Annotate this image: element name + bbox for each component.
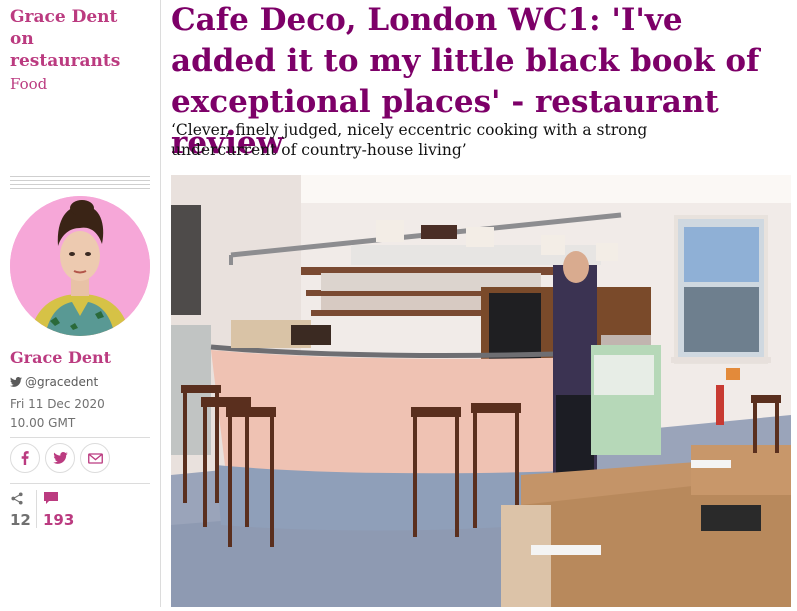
- divider: [10, 437, 150, 438]
- engagement-counts: 12 193: [10, 490, 150, 530]
- cafe-interior-photo: [171, 175, 791, 607]
- comment-count-link[interactable]: 193: [36, 490, 74, 529]
- share-email-button[interactable]: [80, 443, 110, 473]
- facebook-icon: [21, 451, 29, 465]
- avatar: [10, 196, 150, 336]
- series-title[interactable]: Grace Dent on restaurants: [10, 6, 158, 72]
- comment-count-value[interactable]: 193: [43, 511, 74, 529]
- section-link[interactable]: Food: [10, 75, 47, 93]
- share-icon: [11, 492, 23, 505]
- share-count-value: 12: [10, 511, 31, 529]
- twitter-icon: [52, 452, 68, 464]
- twitter-handle-link[interactable]: @gracedent: [10, 375, 98, 389]
- standfirst: ‘Clever, finely judged, nicely eccentric…: [171, 121, 648, 159]
- twitter-handle[interactable]: @gracedent: [25, 375, 98, 389]
- share-twitter-button[interactable]: [45, 443, 75, 473]
- share-buttons: [10, 443, 110, 473]
- byline-author[interactable]: Grace Dent: [10, 348, 111, 367]
- publish-date: Fri 11 Dec 2020 10.00 GMT: [10, 397, 105, 430]
- author-portrait: [10, 196, 150, 336]
- series-title-line-1[interactable]: Grace Dent: [10, 6, 158, 28]
- email-icon: [87, 452, 103, 464]
- main-photo: [171, 175, 791, 607]
- twitter-bird-icon: [10, 377, 22, 387]
- share-facebook-button[interactable]: [10, 443, 40, 473]
- series-title-line-3[interactable]: restaurants: [10, 50, 158, 72]
- left-column: Grace Dent on restaurants Food Grace Den…: [0, 0, 161, 607]
- divider: [10, 483, 150, 484]
- comment-icon: [44, 492, 58, 504]
- series-title-line-2[interactable]: on: [10, 28, 158, 50]
- divider-rules: [10, 176, 150, 192]
- share-count: 12: [10, 490, 32, 529]
